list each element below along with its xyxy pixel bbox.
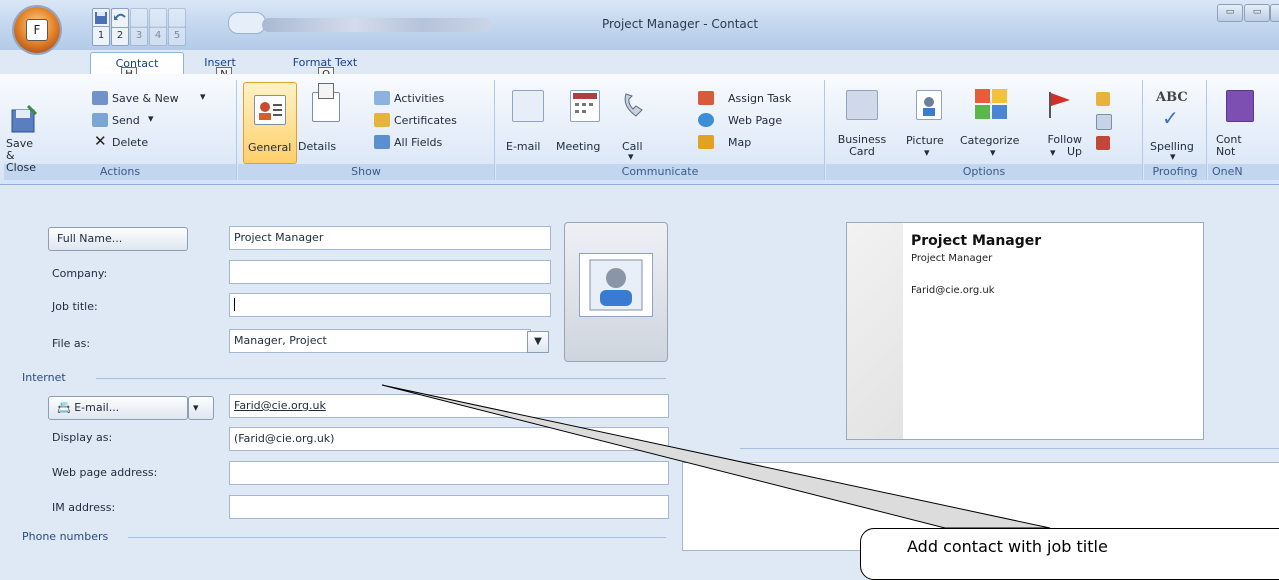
callout-pointer <box>381 384 1051 529</box>
callout-box: Add contact with job title <box>860 528 1279 580</box>
callout-text: Add contact with job title <box>907 537 1108 556</box>
